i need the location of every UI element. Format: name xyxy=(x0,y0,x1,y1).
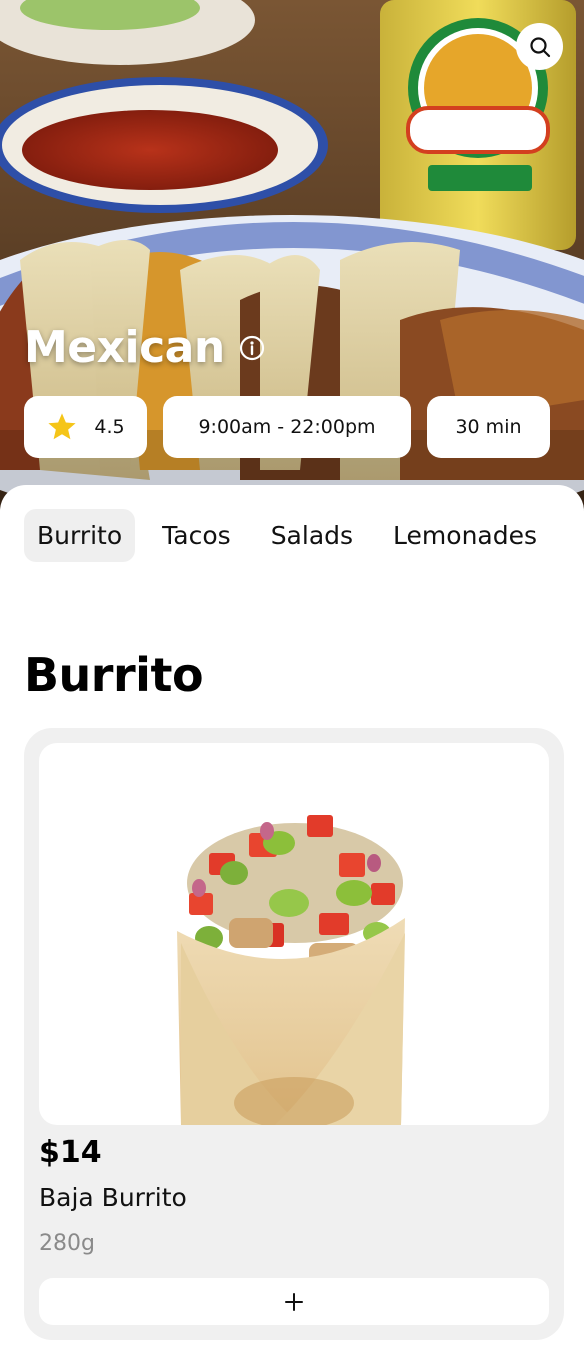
tab-tacos[interactable]: Tacos xyxy=(149,509,244,562)
tab-lemonades[interactable]: Lemonades xyxy=(380,509,550,562)
product-image xyxy=(39,743,549,1125)
delivery-time: 30 min xyxy=(455,416,522,438)
rating-chip: 4.5 xyxy=(24,396,147,458)
product-card[interactable]: $14 Baja Burrito 280g xyxy=(24,728,564,1340)
product-weight: 280g xyxy=(39,1231,95,1256)
info-button[interactable] xyxy=(239,335,265,361)
tab-salads[interactable]: Salads xyxy=(258,509,366,562)
opening-hours: 9:00am - 22:00pm xyxy=(198,416,376,438)
menu-sheet: Burrito Tacos Salads Lemonades Burrito $… xyxy=(0,485,584,1362)
product-name: Baja Burrito xyxy=(39,1183,187,1212)
hero-banner: Mexican 4.5 9:00am - 22:00pm 30 min xyxy=(0,0,584,520)
product-price: $14 xyxy=(39,1135,102,1170)
delivery-time-chip: 30 min xyxy=(427,396,550,458)
section-title: Burrito xyxy=(24,648,204,702)
info-icon xyxy=(239,335,264,360)
burrito-illustration xyxy=(177,815,405,1125)
search-icon xyxy=(529,36,550,57)
restaurant-title: Mexican xyxy=(24,322,265,373)
restaurant-info-chips: 4.5 9:00am - 22:00pm 30 min xyxy=(24,396,550,458)
restaurant-name: Mexican xyxy=(24,322,225,373)
tab-burrito[interactable]: Burrito xyxy=(24,509,136,562)
hours-chip: 9:00am - 22:00pm xyxy=(163,396,411,458)
rating-value: 4.5 xyxy=(94,416,125,438)
search-button[interactable] xyxy=(516,23,563,70)
add-to-cart-button[interactable] xyxy=(39,1278,549,1325)
category-tabs: Burrito Tacos Salads Lemonades xyxy=(24,509,550,562)
star-icon xyxy=(48,413,76,440)
plus-icon xyxy=(285,1292,303,1311)
